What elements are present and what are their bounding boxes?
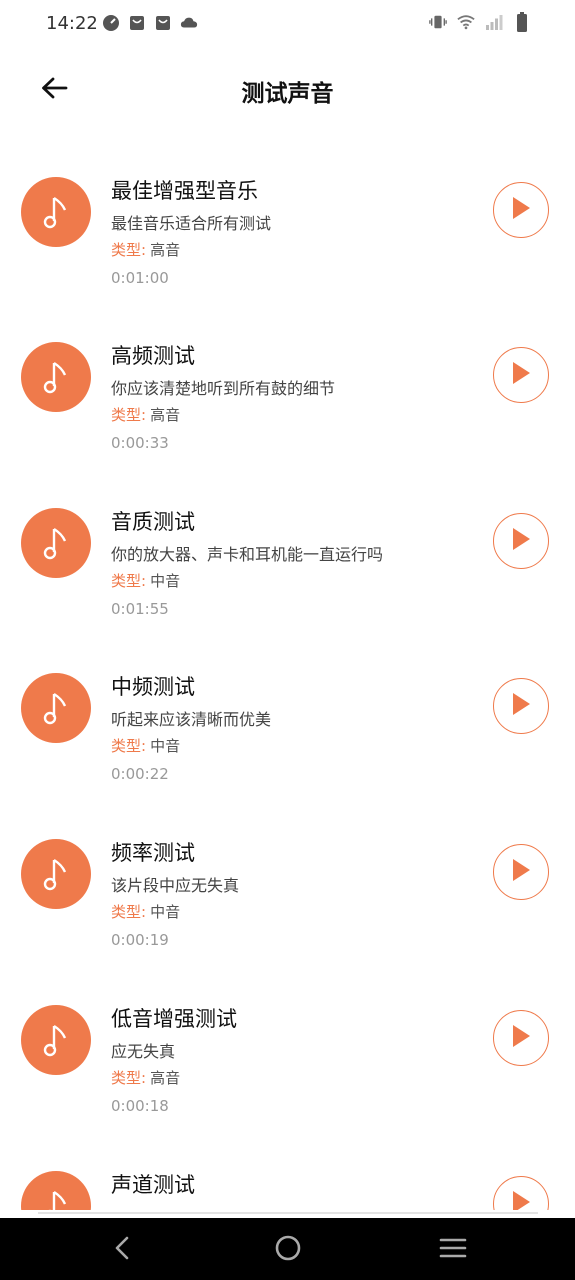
item-title: 频率测试 [111, 841, 195, 865]
play-icon [510, 857, 532, 887]
music-note-icon [21, 1171, 91, 1210]
play-button[interactable] [493, 513, 549, 569]
play-icon [510, 1023, 532, 1053]
status-notification-icons [102, 14, 198, 32]
list-item[interactable]: 频率测试 该片段中应无失真 类型: 中音 0:00:19 [0, 822, 575, 972]
item-description: 应无失真 [111, 1042, 176, 1061]
item-type-value: 中音 [150, 572, 181, 590]
nav-home-button[interactable] [270, 1232, 306, 1268]
signal-icon [485, 13, 503, 31]
item-type: 类型: 高音 [111, 1067, 180, 1088]
back-triangle-icon [113, 1235, 131, 1265]
list-item[interactable]: 中频测试 听起来应该清晰而优美 类型: 中音 0:00:22 [0, 656, 575, 806]
play-icon [510, 526, 532, 556]
shopping-bag-icon [128, 14, 146, 32]
status-bar: 14:22 [0, 0, 575, 48]
list-item[interactable]: 最佳增强型音乐 最佳音乐适合所有测试 类型: 高音 0:01:00 [0, 160, 575, 310]
item-duration: 0:00:33 [111, 434, 169, 452]
item-title: 低音增强测试 [111, 1007, 237, 1031]
list-item[interactable]: 声道测试 [0, 1154, 575, 1210]
item-type-value: 中音 [150, 903, 181, 921]
item-type: 类型: 中音 [111, 901, 180, 922]
item-duration: 0:01:00 [111, 269, 169, 287]
shopping-bag-icon [154, 14, 172, 32]
item-type-label: 类型: [111, 241, 147, 259]
sound-test-list: 最佳增强型音乐 最佳音乐适合所有测试 类型: 高音 0:01:00 高频测试 你应… [0, 160, 575, 1210]
item-type-label: 类型: [111, 903, 147, 921]
vibrate-icon [429, 13, 447, 31]
music-note-icon [21, 177, 91, 247]
item-type: 类型: 中音 [111, 570, 180, 591]
play-button[interactable] [493, 1010, 549, 1066]
item-type-label: 类型: [111, 572, 147, 590]
item-description: 该片段中应无失真 [111, 876, 240, 895]
play-button[interactable] [493, 678, 549, 734]
play-button[interactable] [493, 347, 549, 403]
item-duration: 0:01:55 [111, 600, 169, 618]
play-button[interactable] [493, 1176, 549, 1210]
item-type-label: 类型: [111, 406, 147, 424]
item-title: 高频测试 [111, 344, 195, 368]
nav-menu-button[interactable] [435, 1232, 471, 1268]
list-item[interactable]: 低音增强测试 应无失真 类型: 高音 0:00:18 [0, 988, 575, 1138]
music-note-icon [21, 1005, 91, 1075]
item-type-value: 高音 [150, 406, 181, 424]
item-type-label: 类型: [111, 737, 147, 755]
nav-back-button[interactable] [104, 1232, 140, 1268]
item-type: 类型: 高音 [111, 404, 180, 425]
item-duration: 0:00:22 [111, 765, 169, 783]
menu-lines-icon [439, 1236, 467, 1264]
item-title: 声道测试 [111, 1173, 195, 1197]
item-title: 音质测试 [111, 510, 195, 534]
bottom-divider [38, 1212, 538, 1214]
music-note-icon [21, 673, 91, 743]
item-type-value: 中音 [150, 737, 181, 755]
item-description: 你应该清楚地听到所有鼓的细节 [111, 379, 336, 398]
play-icon [510, 691, 532, 721]
item-description: 你的放大器、声卡和耳机能一直运行吗 [111, 545, 384, 564]
item-description: 最佳音乐适合所有测试 [111, 214, 272, 233]
item-duration: 0:00:19 [111, 931, 169, 949]
item-type-label: 类型: [111, 1069, 147, 1087]
battery-icon [513, 12, 531, 32]
cloud-icon [180, 14, 198, 32]
item-duration: 0:00:18 [111, 1097, 169, 1115]
status-system-icons [429, 12, 531, 32]
item-title: 中频测试 [111, 675, 195, 699]
list-item[interactable]: 音质测试 你的放大器、声卡和耳机能一直运行吗 类型: 中音 0:01:55 [0, 491, 575, 641]
status-time: 14:22 [46, 13, 98, 34]
wifi-icon [457, 13, 475, 31]
play-button[interactable] [493, 182, 549, 238]
item-description: 听起来应该清晰而优美 [111, 710, 272, 729]
home-circle-icon [274, 1234, 302, 1266]
music-note-icon [21, 508, 91, 578]
item-type-value: 高音 [150, 241, 181, 259]
item-type: 类型: 中音 [111, 735, 180, 756]
item-title: 最佳增强型音乐 [111, 179, 258, 203]
music-note-icon [21, 839, 91, 909]
page-title: 测试声音 [241, 81, 334, 107]
music-note-icon [21, 342, 91, 412]
item-type: 类型: 高音 [111, 239, 180, 260]
play-icon [510, 195, 532, 225]
play-icon [510, 360, 532, 390]
speedometer-icon [102, 14, 120, 32]
play-icon [510, 1189, 532, 1210]
system-nav-bar [0, 1218, 575, 1280]
list-item[interactable]: 高频测试 你应该清楚地听到所有鼓的细节 类型: 高音 0:00:33 [0, 325, 575, 475]
play-button[interactable] [493, 844, 549, 900]
app-header: 测试声音 [0, 58, 575, 122]
item-type-value: 高音 [150, 1069, 181, 1087]
